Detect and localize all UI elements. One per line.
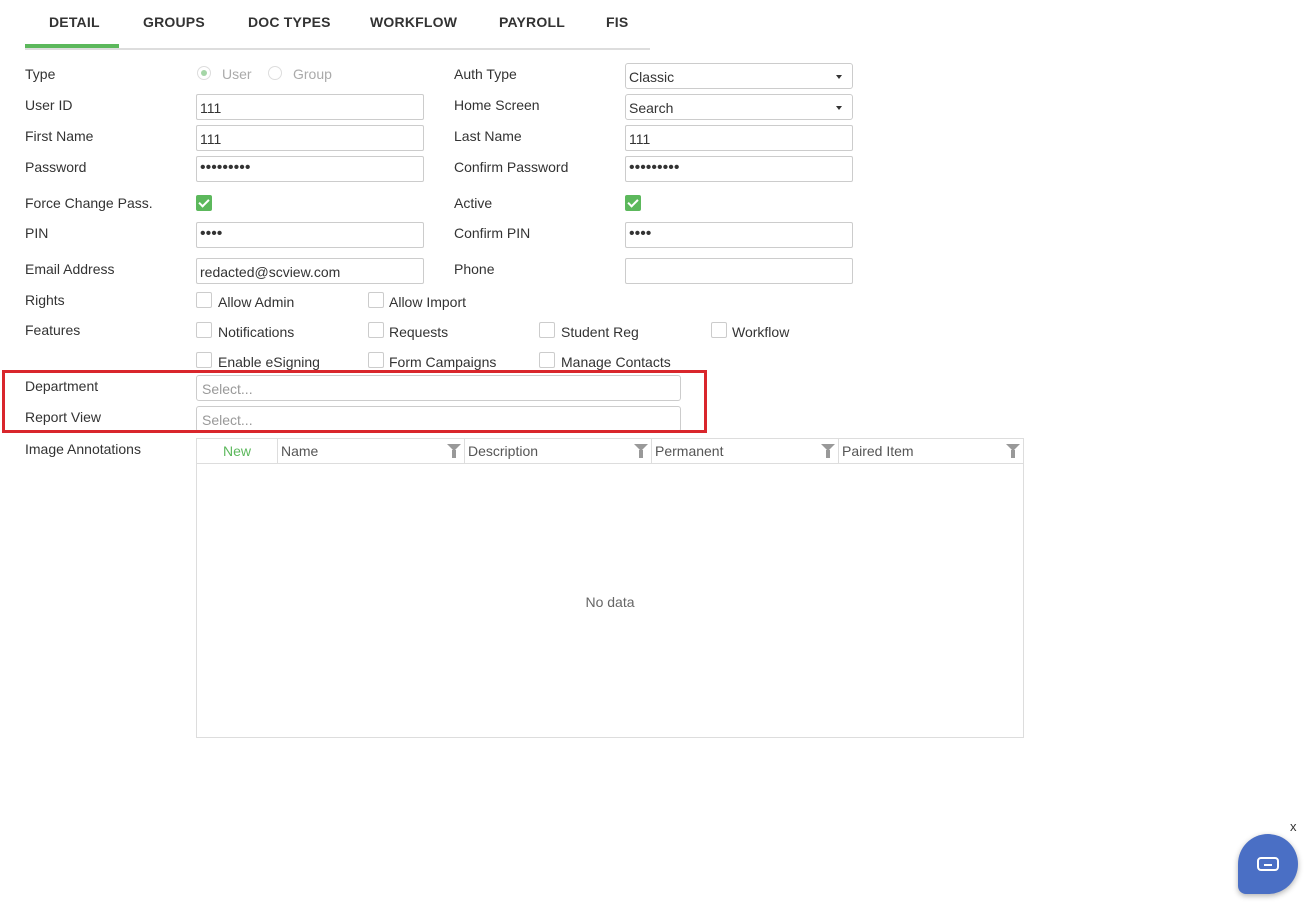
force-change-checkbox[interactable] <box>196 195 212 211</box>
grid-header: New Name Description Permanent Paired It… <box>197 439 1023 464</box>
phone-input[interactable] <box>625 258 853 284</box>
column-header-permanent[interactable]: Permanent <box>652 439 839 463</box>
enable-esigning-label: Enable eSigning <box>218 354 320 370</box>
column-header-name[interactable]: Name <box>278 439 465 463</box>
highlight-box <box>2 370 707 433</box>
password-input[interactable]: ••••••••• <box>196 156 424 182</box>
requests-label: Requests <box>389 324 449 340</box>
pin-input[interactable]: •••• <box>196 222 424 248</box>
type-label: Type <box>25 66 56 82</box>
tab-fis[interactable]: FIS <box>606 14 628 30</box>
empty-state-text: No data <box>585 594 635 610</box>
filter-icon[interactable] <box>447 444 461 458</box>
workflow-label: Workflow <box>732 324 790 340</box>
chat-button[interactable] <box>1238 834 1298 894</box>
requests-checkbox[interactable] <box>368 322 384 338</box>
tab-workflow[interactable]: WORKFLOW <box>370 14 457 30</box>
confirm-password-input[interactable]: ••••••••• <box>625 156 853 182</box>
allow-admin-checkbox[interactable] <box>196 292 212 308</box>
filter-icon[interactable] <box>821 444 835 458</box>
annotations-grid: New Name Description Permanent Paired It… <box>196 438 1024 738</box>
tab-groups[interactable]: GROUPS <box>143 14 205 30</box>
notifications-checkbox[interactable] <box>196 322 212 338</box>
tab-payroll[interactable]: PAYROLL <box>499 14 565 30</box>
type-group-label: Group <box>293 66 332 82</box>
chevron-down-icon <box>836 106 842 110</box>
column-header-paired-item[interactable]: Paired Item <box>839 439 1023 463</box>
student-reg-label: Student Reg <box>561 324 639 340</box>
phone-label: Phone <box>454 261 495 277</box>
email-input[interactable]: redacted@scview.com <box>196 258 424 284</box>
confirm-pin-label: Confirm PIN <box>454 225 531 241</box>
image-annotations-label: Image Annotations <box>25 441 141 457</box>
manage-contacts-label: Manage Contacts <box>561 354 671 370</box>
new-button[interactable]: New <box>197 439 278 463</box>
workflow-checkbox[interactable] <box>711 322 727 338</box>
confirm-pin-input[interactable]: •••• <box>625 222 853 248</box>
last-name-label: Last Name <box>454 128 522 144</box>
form-campaigns-label: Form Campaigns <box>389 354 497 370</box>
column-header-description-label: Description <box>468 443 539 459</box>
last-name-input[interactable]: 111 <box>625 125 853 151</box>
type-user-radio[interactable] <box>197 66 211 80</box>
confirm-password-label: Confirm Password <box>454 159 569 175</box>
manage-contacts-checkbox[interactable] <box>539 352 555 368</box>
allow-admin-label: Allow Admin <box>218 294 295 310</box>
auth-type-select[interactable]: Classic <box>625 63 853 89</box>
type-user-label: User <box>222 66 252 82</box>
active-tab-indicator <box>25 44 119 48</box>
enable-esigning-checkbox[interactable] <box>196 352 212 368</box>
chat-close-button[interactable]: x <box>1290 819 1297 834</box>
filter-icon[interactable] <box>1006 444 1020 458</box>
password-label: Password <box>25 159 87 175</box>
home-screen-label: Home Screen <box>454 97 540 113</box>
active-label: Active <box>454 195 493 211</box>
user-id-label: User ID <box>25 97 73 113</box>
home-screen-select[interactable]: Search <box>625 94 853 120</box>
home-screen-value: Search <box>629 100 674 116</box>
filter-icon[interactable] <box>634 444 648 458</box>
force-change-label: Force Change Pass. <box>25 195 153 211</box>
notifications-label: Notifications <box>218 324 295 340</box>
type-group-radio[interactable] <box>268 66 282 80</box>
form-campaigns-checkbox[interactable] <box>368 352 384 368</box>
rights-label: Rights <box>25 292 65 308</box>
active-checkbox[interactable] <box>625 195 641 211</box>
first-name-input[interactable]: 111 <box>196 125 424 151</box>
auth-type-label: Auth Type <box>454 66 517 82</box>
column-header-description[interactable]: Description <box>465 439 652 463</box>
auth-type-value: Classic <box>629 69 675 85</box>
tab-bar: DETAIL GROUPS DOC TYPES WORKFLOW PAYROLL… <box>25 0 650 50</box>
pin-label: PIN <box>25 225 49 241</box>
allow-import-checkbox[interactable] <box>368 292 384 308</box>
chat-icon <box>1257 857 1279 871</box>
user-id-input[interactable]: 111 <box>196 94 424 120</box>
column-header-name-label: Name <box>281 443 319 459</box>
allow-import-label: Allow Import <box>389 294 467 310</box>
student-reg-checkbox[interactable] <box>539 322 555 338</box>
tab-detail[interactable]: DETAIL <box>49 14 100 30</box>
email-label: Email Address <box>25 261 115 277</box>
column-header-paired-item-label: Paired Item <box>842 443 914 459</box>
first-name-label: First Name <box>25 128 94 144</box>
tab-doc-types[interactable]: DOC TYPES <box>248 14 331 30</box>
features-label: Features <box>25 322 81 338</box>
column-header-permanent-label: Permanent <box>655 443 724 459</box>
chevron-down-icon <box>836 75 842 79</box>
